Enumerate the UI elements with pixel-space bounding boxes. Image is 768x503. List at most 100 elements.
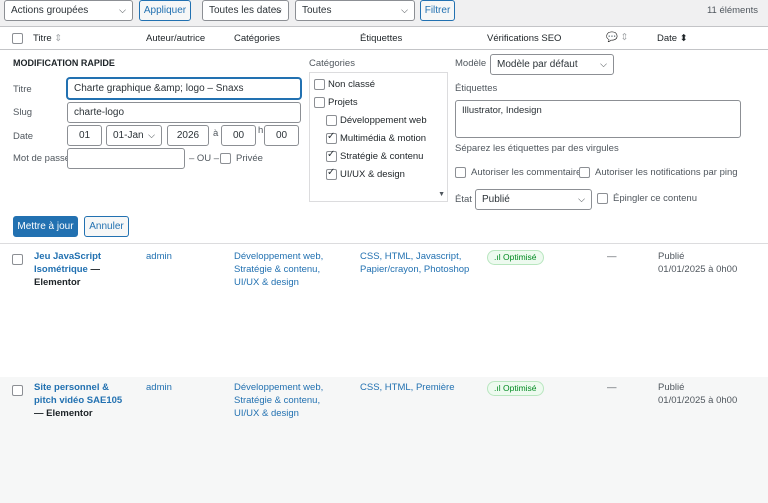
at-label: à	[213, 128, 219, 139]
category-label: Non classé	[328, 79, 375, 90]
password-input[interactable]	[67, 148, 185, 169]
post-author[interactable]: admin	[146, 250, 172, 263]
seo-status: Optimisé	[503, 252, 537, 262]
allow-comments-checkbox[interactable]	[455, 167, 466, 178]
post-title-link[interactable]: Site personnel & pitch vidéo SAE105	[34, 382, 122, 406]
table-header: Titre ⇕ Auteur/autrice Catégories Étique…	[0, 26, 768, 50]
month-value: 01-Jan	[113, 130, 144, 141]
chevron-down-icon: ⌵	[119, 5, 126, 15]
post-tags[interactable]: CSS, HTML, Première	[360, 381, 472, 394]
sort-icon: ⇕	[620, 32, 629, 43]
seo-status: Optimisé	[503, 383, 537, 393]
comment-icon: 💬	[606, 32, 618, 43]
table-row: Jeu JavaScript Isométrique — Elementor a…	[0, 244, 768, 377]
column-comments[interactable]: 💬 ⇕	[606, 32, 628, 43]
slug-input[interactable]: charte-logo	[67, 102, 301, 123]
password-label: Mot de passe	[13, 153, 71, 164]
post-title[interactable]: Site personnel & pitch vidéo SAE105 — El…	[34, 381, 134, 420]
category-checkbox[interactable]	[314, 97, 325, 108]
post-comments: —	[607, 382, 617, 393]
chevron-down-icon: ⌵	[275, 5, 282, 15]
category-checkbox[interactable]	[326, 149, 337, 162]
allow-pings-label: Autoriser les notifications par ping	[595, 167, 738, 178]
column-categories: Catégories	[234, 33, 280, 44]
category-checkbox[interactable]	[326, 167, 337, 180]
minute-input[interactable]: 00	[264, 125, 299, 146]
title-label: Titre	[13, 84, 32, 95]
post-date: 01/01/2025 à 0h00	[658, 395, 738, 406]
quick-edit-heading: MODIFICATION RAPIDE	[13, 58, 115, 68]
table-row: Site personnel & pitch vidéo SAE105 — El…	[0, 377, 768, 503]
post-state: — Elementor	[34, 408, 93, 419]
bulk-actions-select[interactable]: Actions groupées ⌵	[4, 0, 133, 21]
bar-chart-icon: .ıl	[494, 383, 501, 393]
category-label: Stratégie & contenu	[340, 151, 424, 162]
tags-hint: Séparez les étiquettes par des virgules	[455, 143, 619, 154]
tags-textarea[interactable]: Illustrator, Indesign	[455, 100, 741, 138]
category-label: Multimédia & motion	[340, 133, 427, 144]
dates-filter-select[interactable]: Toutes les dates ⌵	[202, 0, 289, 21]
sticky-label: Épingler ce contenu	[613, 193, 697, 204]
title-input[interactable]: Charte graphique &amp; logo – Snaxs	[67, 78, 301, 99]
status-label: État	[455, 194, 472, 205]
category-label: Projets	[328, 97, 358, 108]
allow-pings-checkbox[interactable]	[579, 167, 590, 178]
post-status: Publié	[658, 251, 685, 262]
post-categories[interactable]: Développement web, Stratégie & contenu, …	[234, 250, 346, 289]
h-label: h	[258, 125, 264, 136]
post-categories[interactable]: Développement web, Stratégie & contenu, …	[234, 381, 346, 420]
tags-label: Étiquettes	[455, 83, 498, 94]
bulk-actions-value: Actions groupées	[11, 5, 89, 16]
category-label: Développement web	[340, 115, 427, 126]
column-tags: Étiquettes	[360, 33, 403, 44]
category-checkbox[interactable]	[326, 115, 337, 126]
template-label: Modèle	[455, 58, 487, 69]
category-checkbox[interactable]	[314, 79, 325, 90]
column-date[interactable]: Date ⬍	[657, 33, 688, 44]
private-checkbox[interactable]	[220, 153, 231, 164]
template-select[interactable]: Modèle par défaut ⌵	[490, 54, 614, 75]
status-value: Publié	[482, 194, 510, 205]
category-checkbox[interactable]	[326, 131, 337, 144]
apply-button[interactable]: Appliquer	[139, 0, 191, 21]
post-comments: —	[607, 251, 617, 262]
row-checkbox[interactable]	[12, 254, 23, 265]
or-label: – OU –	[189, 153, 220, 164]
category-label: UI/UX & design	[340, 169, 405, 180]
column-author: Auteur/autrice	[146, 33, 206, 44]
allow-comments-label: Autoriser les commentaires	[471, 167, 587, 178]
quick-edit-panel: MODIFICATION RAPIDE Titre Charte graphiq…	[0, 50, 768, 244]
chevron-down-icon: ⌵	[148, 130, 155, 140]
chevron-down-icon: ⌵	[578, 194, 585, 204]
chevron-down-icon: ⌵	[600, 59, 607, 69]
template-value: Modèle par défaut	[497, 59, 578, 70]
status-select[interactable]: Publié ⌵	[475, 189, 592, 210]
post-author[interactable]: admin	[146, 381, 172, 394]
seo-badge: .ıl Optimisé	[487, 250, 544, 265]
row-checkbox[interactable]	[12, 385, 23, 396]
scroll-down-icon[interactable]: ▼	[438, 191, 445, 198]
update-button[interactable]: Mettre à jour	[13, 216, 78, 237]
filter-button[interactable]: Filtrer	[420, 0, 455, 21]
column-title[interactable]: Titre ⇕	[33, 33, 62, 44]
categories-checklist: Non classé Projets Développement web Mul…	[309, 72, 448, 202]
sort-icon: ⇕	[54, 33, 63, 44]
date-label: Date	[13, 131, 34, 142]
post-title[interactable]: Jeu JavaScript Isométrique — Elementor	[34, 250, 134, 289]
private-label: Privée	[236, 153, 263, 164]
day-input[interactable]: 01	[67, 125, 102, 146]
post-tags[interactable]: CSS, HTML, Javascript, Papier/crayon, Ph…	[360, 250, 472, 276]
cancel-button[interactable]: Annuler	[84, 216, 129, 237]
month-select[interactable]: 01-Jan ⌵	[106, 125, 162, 146]
year-input[interactable]: 2026	[167, 125, 209, 146]
sort-desc-icon: ⬍	[679, 33, 688, 44]
post-date: 01/01/2025 à 0h00	[658, 264, 738, 275]
sticky-checkbox[interactable]	[597, 193, 608, 204]
items-count: 11 éléments	[706, 5, 758, 16]
select-all-checkbox[interactable]	[12, 33, 23, 44]
hour-input[interactable]: 00	[221, 125, 256, 146]
slug-label: Slug	[13, 107, 33, 118]
post-status: Publié	[658, 382, 685, 393]
categories-filter-select[interactable]: Toutes ⌵	[295, 0, 415, 21]
column-seo: Vérifications SEO	[487, 33, 562, 44]
